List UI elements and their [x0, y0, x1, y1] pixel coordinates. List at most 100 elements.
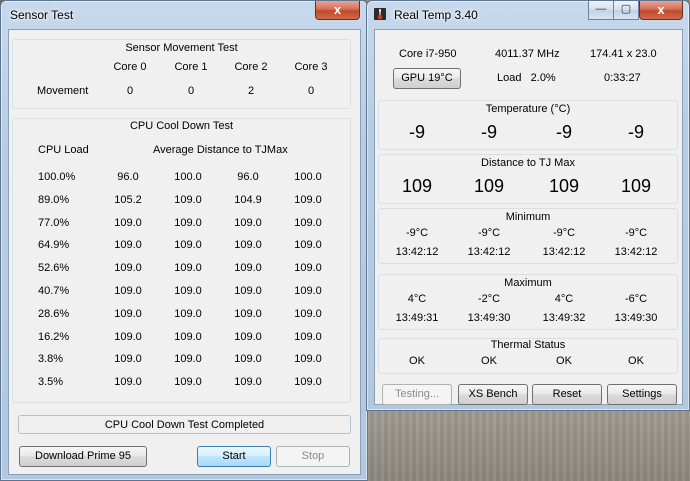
max-temp: 4°C — [554, 293, 574, 305]
thermal-status: OK — [409, 355, 425, 367]
max-time: 13:49:32 — [542, 312, 586, 324]
avg-distance-cell: 109.0 — [174, 262, 202, 275]
movement-value: 2 — [247, 85, 255, 97]
avg-distance-cell: 109.0 — [114, 307, 142, 320]
minimize-icon: — — [595, 3, 607, 15]
gpu-temp-button[interactable]: GPU 19°C — [393, 68, 461, 89]
group-title: Thermal Status — [490, 339, 566, 351]
core-distance: 109 — [620, 176, 652, 196]
avg-distance-cell: 109.0 — [174, 330, 202, 343]
avg-distance-cell: 100.0 — [174, 171, 202, 183]
avg-distance-cell: 109.0 — [114, 376, 142, 389]
cpu-load-cell: 3.8% — [38, 353, 64, 366]
avg-distance-cell: 109.0 — [174, 193, 202, 206]
avg-distance-cell: 109.0 — [294, 193, 322, 206]
movement-value: 0 — [307, 85, 315, 97]
cpu-load: Load 2.0% — [497, 72, 556, 84]
cpu-model: Core i7-950 — [399, 48, 457, 60]
core-header: Core 1 — [174, 61, 208, 73]
core-temperature: -9 — [480, 122, 497, 142]
close-button[interactable]: x — [315, 1, 360, 20]
window-title: Real Temp 3.40 — [394, 8, 478, 22]
distance-group: Distance to TJ Max 109 109 109 109 — [378, 154, 678, 204]
movement-value: 0 — [187, 85, 195, 97]
avg-distance-cell: 109.0 — [294, 262, 322, 275]
real-temp-titlebar[interactable]: Real Temp 3.40 — ▢ x — [367, 1, 689, 29]
testing-button[interactable]: Testing... — [382, 384, 452, 405]
download-prime95-button[interactable]: Download Prime 95 — [19, 446, 147, 467]
core-temperature: -9 — [627, 122, 644, 142]
avg-distance-cell: 109.0 — [174, 239, 202, 252]
group-title: Distance to TJ Max — [481, 157, 575, 169]
avg-distance-cell: 109.0 — [114, 262, 142, 275]
cpu-load-cell: 3.5% — [38, 376, 64, 389]
group-title: Minimum — [505, 211, 551, 223]
cpu-frequency: 4011.37 MHz — [495, 48, 560, 60]
stop-button[interactable]: Stop — [276, 446, 350, 467]
close-button[interactable]: x — [639, 1, 683, 20]
avg-distance-cell: 109.0 — [174, 376, 202, 389]
min-time: 13:42:12 — [467, 246, 511, 258]
min-temp: -9°C — [477, 227, 501, 239]
avg-distance-cell: 109.0 — [294, 239, 322, 252]
max-time: 13:49:30 — [614, 312, 658, 324]
avg-distance-cell: 109.0 — [114, 330, 142, 343]
avg-distance-cell: 109.0 — [174, 307, 202, 320]
avg-distance-cell: 109.0 — [234, 262, 262, 275]
status-text: CPU Cool Down Test Completed — [104, 419, 265, 431]
cpu-load-cell: 40.7% — [38, 285, 70, 297]
group-title: Sensor Movement Test — [125, 42, 238, 54]
close-icon: x — [657, 2, 665, 17]
avg-distance-cell: 109.0 — [234, 216, 262, 229]
avg-distance-cell: 109.0 — [234, 239, 262, 252]
max-temp: -2°C — [477, 293, 501, 305]
thermal-status: OK — [628, 355, 644, 367]
avg-distance-cell: 109.0 — [294, 330, 322, 343]
movement-test-group: Sensor Movement Test Core 0 Core 1 Core … — [12, 39, 351, 109]
avg-distance-cell: 109.0 — [294, 376, 322, 389]
max-temp: -6°C — [624, 293, 648, 305]
avg-distance-cell: 109.0 — [294, 307, 322, 320]
maximize-button[interactable]: ▢ — [613, 1, 639, 20]
min-time: 13:42:12 — [542, 246, 586, 258]
group-title: Maximum — [504, 277, 552, 289]
avg-distance-cell: 100.0 — [294, 171, 322, 183]
max-time: 13:49:31 — [395, 312, 439, 324]
max-temp: 4°C — [407, 293, 427, 305]
sensor-test-titlebar[interactable]: Sensor Test x — [1, 1, 367, 29]
reset-button[interactable]: Reset — [532, 384, 602, 405]
min-temp: -9°C — [624, 227, 648, 239]
cooldown-test-group: CPU Cool Down Test CPU Load Average Dist… — [12, 118, 351, 403]
avg-distance-cell: 109.0 — [234, 353, 262, 366]
core-temperature: -9 — [555, 122, 572, 142]
core-header: Core 2 — [234, 61, 268, 73]
avg-distance-cell: 96.0 — [117, 171, 139, 183]
avg-distance-cell: 109.0 — [294, 353, 322, 366]
avg-distance-cell: 109.0 — [294, 216, 322, 229]
start-button[interactable]: Start — [197, 446, 271, 467]
minimum-group: Minimum -9°C -9°C -9°C -9°C 13:42:12 13:… — [378, 208, 678, 264]
avg-distance-cell: 109.0 — [234, 376, 262, 389]
max-time: 13:49:30 — [467, 312, 511, 324]
core-header: Core 3 — [294, 61, 328, 73]
minimize-button[interactable]: — — [588, 1, 614, 20]
cpu-load-cell: 28.6% — [38, 307, 70, 320]
min-temp: -9°C — [405, 227, 429, 239]
cpu-load-cell: 52.6% — [38, 262, 70, 275]
avg-distance-cell: 109.0 — [114, 285, 142, 297]
core-header: Core 0 — [113, 61, 147, 73]
avg-distance-cell: 109.0 — [234, 307, 262, 320]
avg-distance-cell: 109.0 — [234, 330, 262, 343]
avg-distance-cell: 109.0 — [234, 285, 262, 297]
group-title: Temperature (°C) — [485, 103, 571, 115]
avg-distance-cell: 109.0 — [174, 216, 202, 229]
avg-distance-cell: 104.9 — [234, 193, 262, 206]
status-panel: CPU Cool Down Test Completed — [18, 415, 351, 434]
settings-button[interactable]: Settings — [607, 384, 677, 405]
avg-distance-cell: 109.0 — [114, 239, 142, 252]
xs-bench-button[interactable]: XS Bench — [458, 384, 528, 405]
cpu-load-cell: 64.9% — [38, 239, 70, 252]
core-distance: 109 — [473, 176, 505, 196]
uptime: 0:33:27 — [604, 72, 641, 84]
avg-distance-cell: 109.0 — [174, 353, 202, 366]
